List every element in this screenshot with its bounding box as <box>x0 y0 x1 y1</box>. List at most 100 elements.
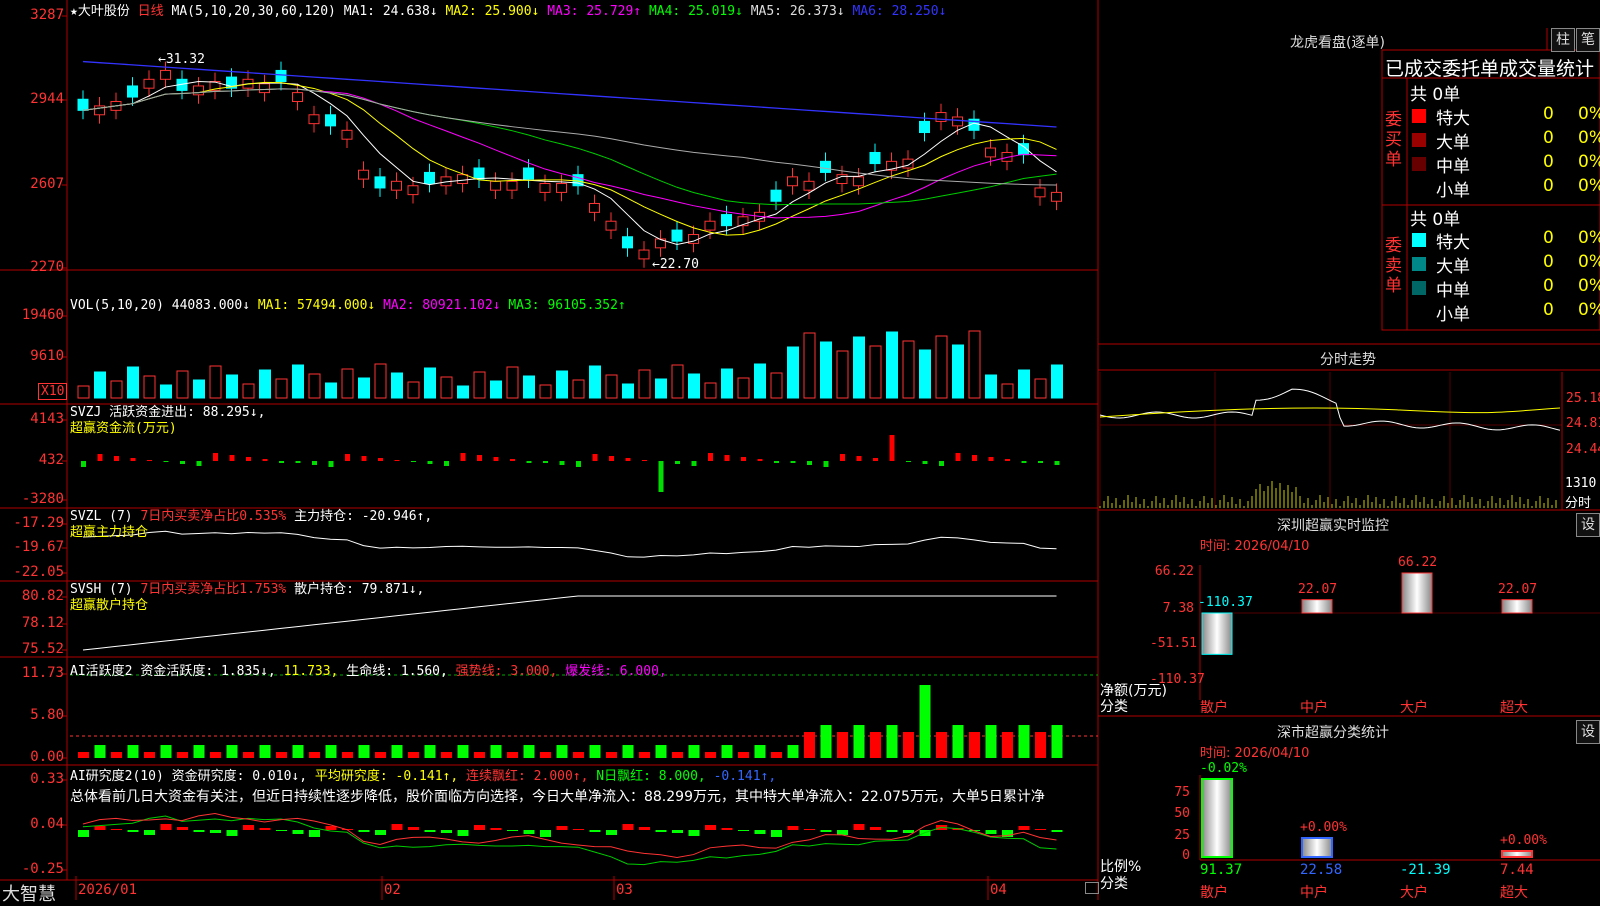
svzj-bar <box>477 455 482 461</box>
date-label: 03 <box>616 882 633 898</box>
volume-bar <box>572 379 585 399</box>
color-swatch <box>1412 305 1426 319</box>
ai-active-bar <box>457 745 469 758</box>
ai-research-bar <box>787 826 799 830</box>
svzj-bar <box>460 453 466 461</box>
ai-active-header: AI活跃度2 资金活跃度: 1.835↓, 11.733, 生命线: 1.560… <box>70 660 667 679</box>
volume-bar <box>143 375 156 399</box>
candle-body <box>341 129 353 140</box>
sz-monitor-bar-label: 22.07 <box>1298 581 1338 597</box>
volume-bar <box>242 383 255 399</box>
svzj-bar <box>576 461 581 467</box>
svzj-bar <box>114 456 119 461</box>
candle-body <box>770 189 782 202</box>
volume-bar <box>275 378 288 399</box>
sz-monitor-date: 时间: 2026/04/10 <box>1200 539 1310 554</box>
ai-active-bar <box>441 752 452 758</box>
sz-monitor-settings-button[interactable]: 设 <box>1576 513 1600 537</box>
axis-tick-label: -3280 <box>21 491 64 507</box>
stock-name[interactable]: ★大叶股份 <box>70 4 130 19</box>
row-count: 0 <box>1543 276 1554 296</box>
ai-research-bar <box>210 830 221 833</box>
sz-stats-bar-rect <box>1201 778 1233 858</box>
ai-active-bar <box>936 732 947 758</box>
lock-icon[interactable] <box>1085 882 1099 894</box>
ma-value-6: MA6: 28.250↓ <box>844 4 947 19</box>
candle-body <box>605 220 617 231</box>
pen-mode-button[interactable]: 笔 <box>1576 28 1600 52</box>
axis-tick-label: 78.12 <box>21 615 64 631</box>
ai-active-bar <box>243 752 254 758</box>
ai-active-bar <box>837 732 848 758</box>
volume-bar <box>952 344 964 399</box>
ai-active-bar <box>177 752 188 758</box>
ai-active-bar <box>226 745 238 758</box>
ma6-line <box>82 60 1057 128</box>
sz-monitor-category: 大户 <box>1400 700 1428 716</box>
axis-tick-label: -17.29 <box>13 515 64 531</box>
sz-stats-bar <box>1301 837 1333 858</box>
candle-body <box>308 114 320 125</box>
ai-research-bar <box>226 830 238 836</box>
ai-research-bar <box>886 830 898 832</box>
volume-bar <box>1034 378 1047 399</box>
color-swatch <box>1412 257 1426 271</box>
color-swatch <box>1412 181 1426 195</box>
candle-body <box>919 120 930 134</box>
sz-monitor-bar-rect <box>1401 572 1433 614</box>
period-label[interactable]: 日线 <box>138 4 164 19</box>
sz-stats-ratio: 7.44 <box>1500 862 1534 878</box>
volume-bar <box>259 369 271 399</box>
ai-research-bar <box>358 830 370 832</box>
svzj-bar <box>559 461 565 465</box>
candle-body <box>259 83 270 94</box>
svzj-bar <box>840 454 845 461</box>
ai-active-bar <box>589 745 601 758</box>
ai-active-bar <box>1051 725 1063 758</box>
low-price-marker: ←22.70 <box>652 257 699 272</box>
svzj-bar <box>180 461 185 464</box>
svzj-bar <box>279 461 284 463</box>
ai-active-bar <box>688 745 700 758</box>
sz-stats-bar-rect <box>1301 837 1333 858</box>
row-label: 特大 <box>1436 109 1470 129</box>
candle-group <box>77 61 1062 268</box>
svzj-bar <box>873 458 878 461</box>
volume-bar <box>1051 364 1063 399</box>
ai-active-bar <box>1018 725 1030 758</box>
sz-stats-ratio: 22.58 <box>1300 862 1343 878</box>
row-count: 0 <box>1543 228 1554 248</box>
volume-bar <box>127 366 139 399</box>
volume-bar <box>1001 383 1014 399</box>
date-label: 2026/01 <box>78 882 138 898</box>
dragon-row: 特大 0 0% <box>1408 228 1600 253</box>
ai-research-bar <box>474 825 485 830</box>
svzj-bar <box>724 455 730 461</box>
svzj-bar <box>955 453 961 461</box>
candle-body <box>374 176 386 189</box>
sz-stats-category: 超大 <box>1500 885 1528 901</box>
candle-body <box>1034 187 1046 198</box>
ai-research-bar <box>705 825 716 830</box>
axis-tick-label: 2944 <box>30 91 64 107</box>
sz-stats-settings-button[interactable]: 设 <box>1576 720 1600 744</box>
ai-active-bar <box>754 745 766 758</box>
candle-body <box>803 180 815 191</box>
svzj-bar <box>592 454 598 461</box>
ai-research-bar <box>78 830 89 837</box>
ai-active-bar <box>127 745 139 758</box>
candle-body <box>160 69 171 80</box>
volume-bar <box>358 377 370 399</box>
tab-volume-stats[interactable]: 已成交委托单成交量统计 <box>1385 54 1594 81</box>
intraday-vol-tick: 1310 <box>1565 476 1597 491</box>
axis-tick-label: 5.80 <box>30 707 64 723</box>
row-count: 0 <box>1543 128 1554 148</box>
axis-tick-label: 2270 <box>30 259 64 275</box>
sz-stats-tick: 50 <box>1174 806 1190 821</box>
ai-research-bar <box>985 830 997 834</box>
svzj-bar <box>1054 461 1060 465</box>
volume-value-4: MA3: 96105.352↑ <box>500 298 626 313</box>
color-swatch <box>1412 157 1426 171</box>
sz-stats-bar-rect <box>1501 850 1533 858</box>
bar-mode-button[interactable]: 柱 <box>1551 28 1575 52</box>
